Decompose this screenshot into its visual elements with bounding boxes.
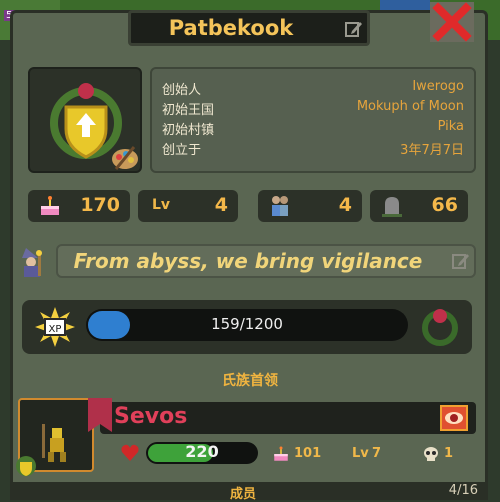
clan-name: Patbekook <box>168 16 294 40</box>
heart-icon <box>121 444 139 461</box>
leader-section-title: 氏族首领 <box>222 373 278 389</box>
info-row-town: 初始村镇 Pika <box>162 119 464 138</box>
close-icon[interactable] <box>430 2 474 42</box>
stat-level: Lv 4 <box>138 190 238 222</box>
clan-motto[interactable]: From abyss, we bring vigilance <box>56 244 476 278</box>
level-icon: Lv <box>152 197 171 213</box>
leader-level: 7 <box>372 446 382 461</box>
clan-xp: XP 159/1200 <box>22 300 472 354</box>
clan-name-bar: Patbekook <box>128 10 370 46</box>
leader-avatar[interactable] <box>16 398 94 476</box>
members-count: 4/16 <box>448 483 478 498</box>
tombstone-icon <box>382 197 402 217</box>
members-icon <box>272 196 288 216</box>
info-row-founded: 创立于 3年7月7日 <box>162 143 464 158</box>
eye-badge-icon[interactable] <box>440 405 468 431</box>
stat-cake: 170 <box>28 190 130 222</box>
svg-text:XP: XP <box>49 324 62 335</box>
rose-wreath-icon[interactable] <box>418 306 462 348</box>
stat-members: 4 <box>258 190 362 222</box>
wizard-icon <box>22 248 42 277</box>
info-row-founder: 创始人 Iwerogo <box>162 79 464 98</box>
xp-progress-bar: 159/1200 <box>86 309 408 341</box>
skull-icon <box>424 447 438 461</box>
clan-emblem[interactable] <box>28 67 142 173</box>
edit-icon[interactable] <box>345 20 363 38</box>
members-section-title: 成员 <box>230 487 257 502</box>
clan-emblem-icon <box>16 456 36 476</box>
info-row-kingdom: 初始王国 Mokuph of Moon <box>162 99 464 118</box>
leader-hp-bar: 220 <box>146 442 258 464</box>
members-header: 成员 4/16 <box>10 482 488 502</box>
stat-tombstones: 66 <box>370 190 468 222</box>
leader-hp-value: 220 <box>185 442 219 461</box>
paintbrush-icon[interactable] <box>110 143 140 171</box>
cake-icon <box>274 446 288 461</box>
motto-text: From abyss, we bring vigilance <box>73 249 423 273</box>
level-icon: Lv <box>352 446 369 461</box>
leader-cake-count: 101 <box>294 446 322 461</box>
xp-sun-icon: XP <box>35 307 75 347</box>
cake-icon <box>41 196 59 215</box>
avatar <box>42 424 66 462</box>
leader-name: Sevos <box>114 404 188 429</box>
clan-info: 创始人 Iwerogo 初始王国 Mokuph of Moon 初始村镇 Pik… <box>150 67 476 173</box>
ribbon-icon <box>88 398 112 432</box>
edit-icon[interactable] <box>452 252 470 270</box>
leader-skull-count: 1 <box>444 446 454 461</box>
xp-label: 159/1200 <box>211 315 283 333</box>
leader-name-bar: Sevos <box>88 398 476 434</box>
